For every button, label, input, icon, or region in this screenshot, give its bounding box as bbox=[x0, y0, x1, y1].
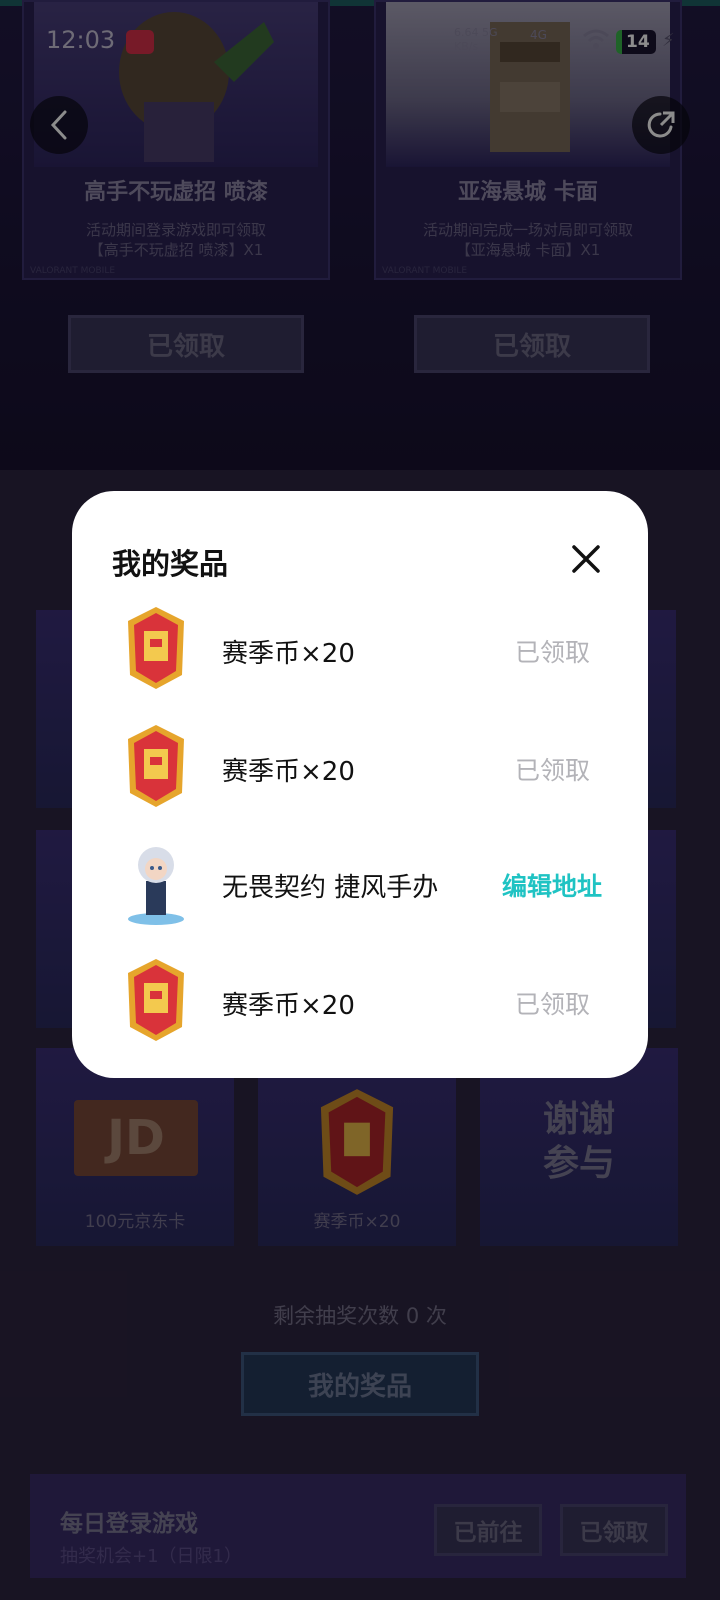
prize-claimed-status: 已领取 bbox=[514, 756, 590, 785]
season-coin-icon bbox=[128, 959, 184, 1041]
prize-claimed-status: 已领取 bbox=[514, 990, 590, 1019]
modal-title: 我的奖品 bbox=[112, 547, 229, 581]
prize-row: 赛季币×20 已领取 bbox=[72, 955, 648, 1055]
page: 高手不玩虚招 喷漆 活动期间登录游戏即可领取 【高手不玩虚招 喷漆】X1 VAL… bbox=[0, 0, 720, 1600]
season-coin-icon bbox=[128, 725, 184, 807]
figure-icon bbox=[128, 847, 184, 925]
prize-name: 赛季币×20 bbox=[222, 639, 355, 669]
prize-name: 无畏契约 捷风手办 bbox=[222, 873, 439, 903]
my-prizes-modal: 我的奖品 赛季币×20 已领取 赛季币×20 已领取 无畏契约 捷风手办 编辑地… bbox=[72, 491, 648, 1078]
prize-row: 赛季币×20 已领取 bbox=[72, 603, 648, 703]
close-icon bbox=[572, 545, 600, 573]
prize-name: 赛季币×20 bbox=[222, 757, 355, 787]
prize-claimed-status: 已领取 bbox=[514, 638, 590, 667]
prize-row: 无畏契约 捷风手办 编辑地址 bbox=[72, 837, 648, 937]
edit-address-button[interactable]: 编辑地址 bbox=[502, 867, 602, 903]
prize-row: 赛季币×20 已领取 bbox=[72, 721, 648, 821]
season-coin-icon bbox=[128, 607, 184, 689]
close-button[interactable] bbox=[568, 541, 604, 577]
prize-name: 赛季币×20 bbox=[222, 991, 355, 1021]
